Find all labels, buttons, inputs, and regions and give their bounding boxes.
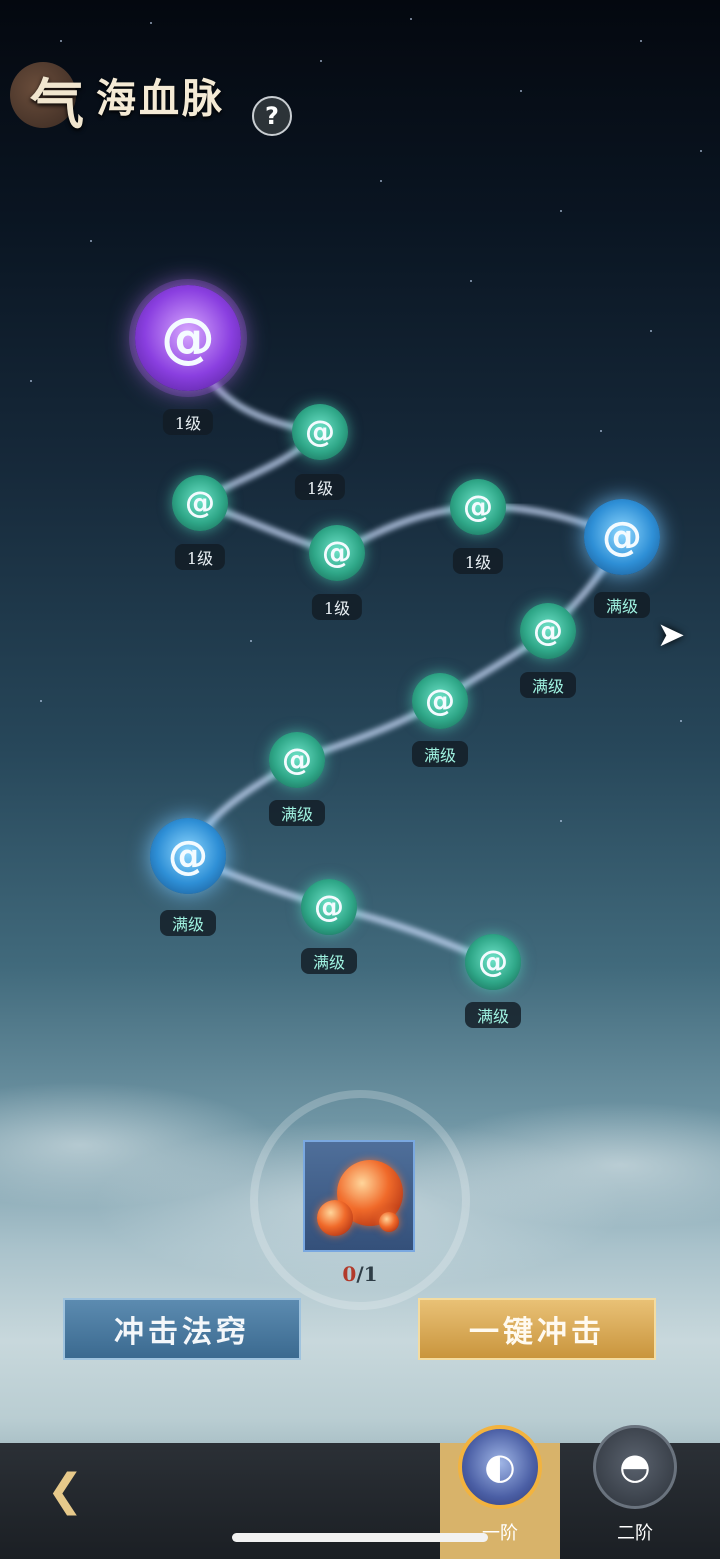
stage-2-icon: ◓: [593, 1425, 677, 1509]
swirl-icon: @: [305, 414, 335, 450]
node-level-label: 满级: [268, 800, 326, 826]
node-level-label: 1级: [452, 548, 504, 574]
meridian-node[interactable]: @: [292, 404, 348, 460]
meridian-node[interactable]: @: [309, 525, 365, 581]
swirl-icon: @: [602, 514, 642, 560]
tab-stage-2[interactable]: ◓ 二阶: [575, 1425, 695, 1559]
swirl-icon: @: [314, 889, 344, 925]
node-level-label: 满级: [519, 672, 577, 698]
item-count: 0/1: [0, 1262, 720, 1286]
count-need: /1: [356, 1262, 378, 1286]
meridian-node[interactable]: @: [150, 818, 226, 894]
node-level-label: 1级: [162, 409, 214, 435]
node-level-label: 满级: [159, 910, 217, 936]
node-level-label: 满级: [464, 1002, 522, 1028]
swirl-icon: @: [322, 535, 352, 571]
fire-orb-icon[interactable]: [303, 1140, 415, 1252]
meridian-node[interactable]: @: [135, 285, 241, 391]
stage-1-icon: ◐: [458, 1425, 542, 1509]
meridian-node[interactable]: @: [301, 879, 357, 935]
orb-small: [317, 1200, 353, 1236]
node-level-label: 满级: [411, 741, 469, 767]
swirl-icon: @: [282, 742, 312, 778]
swirl-icon: @: [168, 833, 208, 879]
meridian-node[interactable]: @: [269, 732, 325, 788]
meridian-node[interactable]: @: [584, 499, 660, 575]
node-level-label: 满级: [593, 592, 651, 618]
meridian-node[interactable]: @: [172, 475, 228, 531]
meridian-node[interactable]: @: [450, 479, 506, 535]
impact-button[interactable]: 冲击法窍: [63, 1298, 301, 1360]
orb-tiny: [379, 1212, 399, 1232]
tab-label: 二阶: [617, 1523, 653, 1544]
swirl-icon: @: [478, 944, 508, 980]
node-level-label: 1级: [311, 594, 363, 620]
node-level-label: 满级: [300, 948, 358, 974]
back-arrow-icon[interactable]: ❮: [30, 1463, 100, 1519]
meridian-node[interactable]: @: [465, 934, 521, 990]
swirl-icon: @: [185, 485, 215, 521]
node-level-label: 1级: [294, 474, 346, 500]
home-indicator[interactable]: [232, 1533, 488, 1542]
swirl-icon: @: [463, 489, 493, 525]
one-key-impact-button[interactable]: 一键冲击: [418, 1298, 656, 1360]
arrow-right-icon[interactable]: ➤: [648, 612, 694, 658]
meridian-node[interactable]: @: [520, 603, 576, 659]
swirl-icon: @: [533, 613, 563, 649]
meridian-node[interactable]: @: [412, 673, 468, 729]
node-level-label: 1级: [174, 544, 226, 570]
swirl-icon: @: [425, 683, 455, 719]
count-have: 0: [342, 1262, 357, 1286]
swirl-icon: @: [161, 306, 215, 370]
